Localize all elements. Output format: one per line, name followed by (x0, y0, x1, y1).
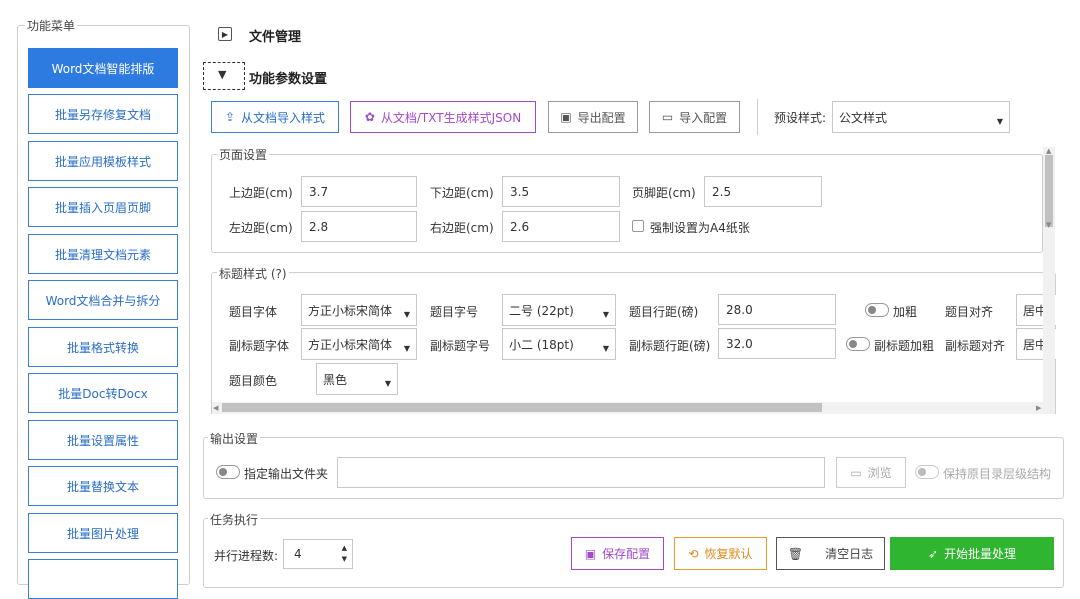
parallel-count-spinbox[interactable]: 4 ▲ ▼ (283, 539, 353, 569)
sidebar-item-header-footer[interactable]: 批量插入页眉页脚 (28, 187, 178, 227)
title-font-select[interactable]: 方正小标宋简体 ▼ (301, 294, 417, 326)
top-margin-label: 上边距(cm) (229, 186, 293, 200)
sidebar-item-smart-layout[interactable]: Word文档智能排版 (28, 48, 178, 88)
title-color-select[interactable]: 黑色 ▼ (316, 363, 398, 395)
subtitle-font-select[interactable]: 方正小标宋简体 ▼ (301, 328, 417, 360)
import-config-button[interactable]: ▭ 导入配置 (649, 101, 740, 133)
sidebar-item-doc-to-docx[interactable]: 批量Doc转Docx (28, 373, 178, 413)
scroll-down-icon[interactable]: ▼ (1046, 221, 1051, 229)
title-size-label: 题目字号 (430, 305, 479, 319)
scroll-left-icon[interactable]: ◀ (213, 404, 218, 412)
title-bold-label: 加粗 (893, 305, 918, 319)
subtitle-spacing-label: 副标题行距(磅) (629, 339, 711, 353)
chevron-down-icon: ▼ (996, 117, 1003, 126)
scroll-up-icon[interactable]: ▲ (1046, 147, 1051, 155)
sidebar-item-replace-text[interactable]: 批量替换文本 (28, 466, 178, 506)
bottom-margin-input[interactable]: 3.5 (502, 176, 620, 207)
parallel-count-label: 并行进程数: (214, 549, 279, 563)
palette-icon: ✿ (364, 110, 375, 124)
title-spacing-label: 题目行距(磅) (629, 305, 699, 319)
browse-button[interactable]: ▭ 浏览 (836, 457, 906, 488)
chevron-down-icon: ▼ (602, 344, 609, 353)
section-file-manage: 文件管理 (249, 30, 302, 45)
title-style-title: 标题样式 (?) (217, 265, 289, 282)
chevron-down-icon: ▼ (403, 344, 410, 353)
footer-distance-input[interactable]: 2.5 (704, 176, 822, 207)
folder-icon: ▭ (661, 110, 674, 124)
sidebar-item-save-repair[interactable]: 批量另存修复文档 (28, 94, 178, 134)
footer-distance-label: 页脚距(cm) (632, 186, 696, 200)
chevron-down-icon: ▼ (602, 310, 609, 319)
sidebar-item-clean-elements[interactable]: 批量清理文档元素 (28, 234, 178, 274)
import-icon: ⇪ (224, 110, 236, 124)
specify-output-folder-toggle[interactable] (216, 465, 240, 479)
folder-icon: ▭ (850, 465, 862, 480)
right-margin-label: 右边距(cm) (430, 221, 494, 235)
start-batch-button[interactable]: ➶ 开始批量处理 (890, 537, 1054, 570)
chevron-down-icon: ▼ (384, 379, 391, 388)
import-style-from-doc-button[interactable]: ⇪ 从文档导入样式 (211, 101, 339, 133)
top-margin-input[interactable]: 3.7 (301, 176, 417, 207)
left-margin-input[interactable]: 2.8 (301, 211, 417, 242)
sidebar-item-more[interactable] (28, 559, 178, 599)
spin-arrows-icon[interactable]: ▲ ▼ (342, 543, 347, 565)
sidebar-title: 功能菜单 (25, 17, 78, 34)
title-bold-toggle[interactable] (865, 303, 889, 317)
sidebar-item-merge-split[interactable]: Word文档合并与拆分 (28, 280, 178, 320)
subtitle-size-label: 副标题字号 (430, 339, 491, 353)
expand-file-manage-icon[interactable]: ▶ (218, 27, 232, 41)
bottom-margin-label: 下边距(cm) (430, 186, 494, 200)
generate-json-button[interactable]: ✿ 从文档/TXT生成样式JSON (350, 101, 536, 133)
force-a4-label: 强制设置为A4纸张 (650, 221, 750, 235)
vertical-scrollbar-thumb[interactable] (1045, 155, 1053, 227)
task-title: 任务执行 (208, 511, 261, 528)
restore-default-button[interactable]: ⟲ 恢复默认 (674, 537, 767, 570)
right-margin-input[interactable]: 2.6 (502, 211, 620, 242)
section-params: 功能参数设置 (249, 72, 328, 87)
sidebar-item-apply-template[interactable]: 批量应用模板样式 (28, 141, 178, 181)
title-align-label: 题目对齐 (945, 305, 994, 319)
sidebar-item-set-properties[interactable]: 批量设置属性 (28, 420, 178, 460)
toolbar-divider (757, 99, 758, 135)
preset-style-label: 预设样式: (774, 111, 827, 125)
subtitle-bold-toggle[interactable] (846, 337, 870, 351)
title-size-select[interactable]: 二号 (22pt) ▼ (502, 294, 616, 326)
title-spacing-input[interactable]: 28.0 (718, 294, 836, 325)
horizontal-scrollbar-thumb[interactable] (222, 403, 822, 412)
clear-log-button[interactable]: 🗑 清空日志 (776, 537, 885, 570)
save-icon: ▣ (560, 110, 572, 124)
output-folder-input[interactable] (337, 457, 825, 488)
scroll-right-icon[interactable]: ▶ (1036, 404, 1041, 412)
params-scroll-area[interactable]: 页面设置 上边距(cm) 3.7 下边距(cm) 3.5 页脚距(cm) 2.5… (203, 141, 1056, 414)
save-config-button[interactable]: ▣ 保存配置 (571, 537, 664, 570)
output-settings-title: 输出设置 (208, 430, 261, 447)
export-config-button[interactable]: ▣ 导出配置 (548, 101, 638, 133)
trash-icon: 🗑 (787, 546, 804, 561)
chevron-down-icon: ▼ (403, 310, 410, 319)
rocket-icon: ➶ (927, 546, 939, 561)
title-font-label: 题目字体 (229, 305, 278, 319)
restore-icon: ⟲ (688, 546, 699, 561)
subtitle-spacing-input[interactable]: 32.0 (718, 328, 836, 359)
subtitle-align-label: 副标题对齐 (945, 339, 1006, 353)
left-margin-label: 左边距(cm) (229, 221, 293, 235)
page-setup-title: 页面设置 (217, 146, 270, 163)
subtitle-font-label: 副标题字体 (229, 339, 290, 353)
subtitle-size-select[interactable]: 小二 (18pt) ▼ (502, 328, 616, 360)
specify-output-folder-label: 指定输出文件夹 (244, 467, 329, 481)
save-icon: ▣ (584, 546, 597, 561)
force-a4-checkbox[interactable] (632, 220, 644, 232)
sidebar-item-image-process[interactable]: 批量图片处理 (28, 513, 178, 553)
keep-structure-toggle[interactable] (915, 465, 939, 479)
sidebar-item-format-convert[interactable]: 批量格式转换 (28, 327, 178, 367)
preset-style-select[interactable]: 公文样式 ▼ (832, 101, 1010, 133)
subtitle-bold-label: 副标题加粗 (874, 339, 935, 353)
title-color-label: 题目颜色 (229, 374, 278, 388)
keep-structure-label: 保持原目录层级结构 (943, 467, 1052, 481)
collapse-params-icon[interactable]: ▼ (218, 68, 226, 81)
